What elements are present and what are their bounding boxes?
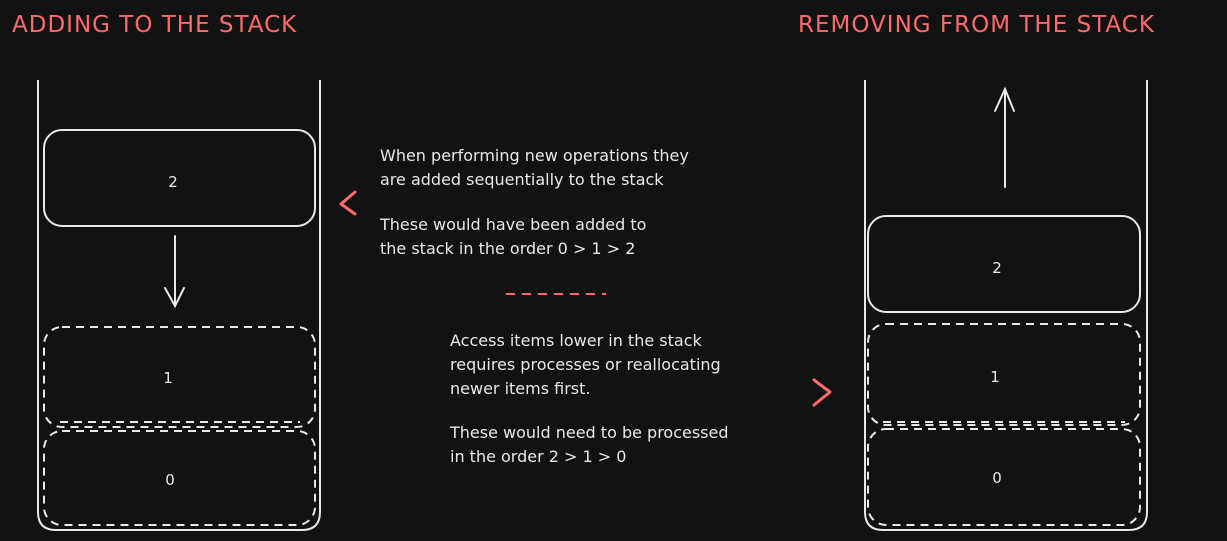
note-line: requires processes or reallocating (450, 355, 721, 374)
adding-note-2: These would have been added to the stack… (380, 213, 646, 261)
note-line: newer items first. (450, 379, 591, 398)
left-item-0-box (43, 430, 316, 526)
right-item-2-label: 2 (992, 259, 1002, 277)
chevron-left-icon (339, 190, 357, 216)
left-stack-container (37, 80, 321, 531)
note-line: in the order 2 > 1 > 0 (450, 447, 627, 466)
note-line: These would have been added to (380, 215, 647, 234)
removing-note-2: These would need to be processed in the … (450, 421, 729, 469)
note-line: are added sequentially to the stack (380, 170, 664, 189)
left-item-1-label: 1 (163, 369, 173, 387)
left-item-1-box (43, 326, 316, 428)
left-item-2-label: 2 (168, 173, 178, 191)
note-line: the stack in the order 0 > 1 > 2 (380, 239, 636, 258)
arrow-up-icon (994, 86, 1015, 188)
left-item-0-label: 0 (165, 471, 175, 489)
right-item-0-label: 0 (992, 469, 1002, 487)
adding-note-1: When performing new operations they are … (380, 144, 689, 192)
right-item-1-box (867, 323, 1141, 426)
note-line: When performing new operations they (380, 146, 689, 165)
note-line: Access items lower in the stack (450, 331, 702, 350)
right-item-2-box (867, 215, 1141, 313)
note-line: These would need to be processed (450, 423, 729, 442)
left-item-2-box (43, 129, 316, 227)
right-item-1-label: 1 (990, 368, 1000, 386)
arrow-down-icon (164, 235, 185, 309)
chevron-right-icon (812, 378, 832, 407)
right-item-0-box (867, 428, 1141, 526)
removing-note-1: Access items lower in the stack requires… (450, 329, 721, 401)
